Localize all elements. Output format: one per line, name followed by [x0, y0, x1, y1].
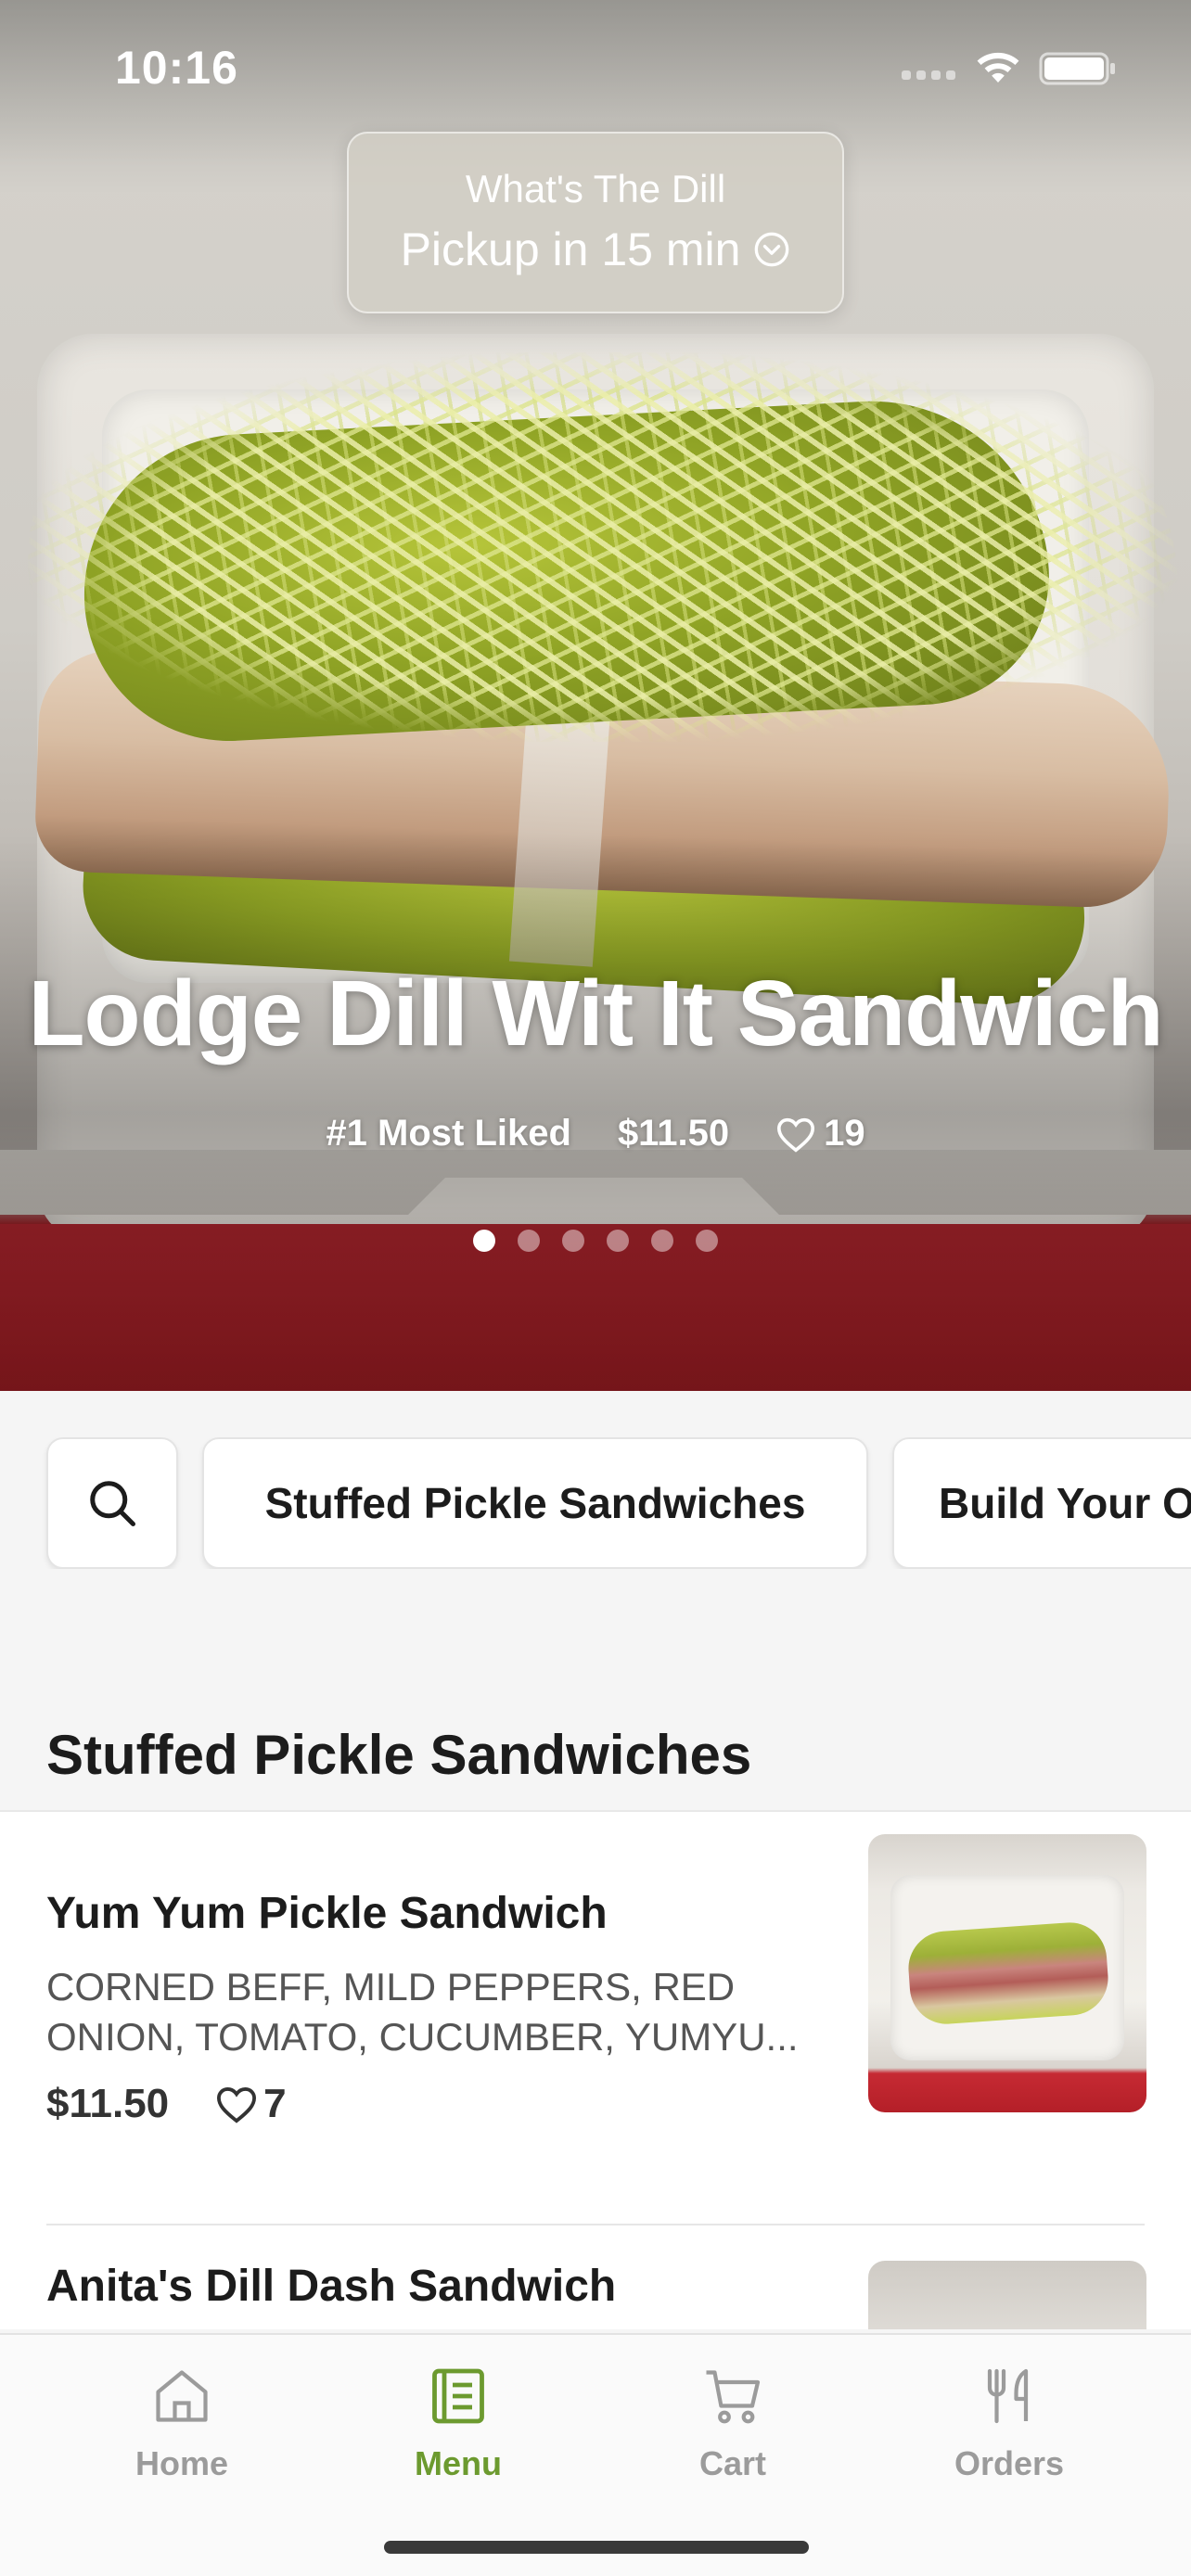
carousel-dot[interactable]	[518, 1230, 540, 1252]
section-title: Stuffed Pickle Sandwiches	[46, 1724, 752, 1786]
heart-icon	[777, 1117, 815, 1153]
hero-rank: #1 Most Liked	[326, 1113, 571, 1154]
home-indicator[interactable]	[384, 2541, 809, 2554]
cart-icon	[706, 2370, 761, 2424]
carousel-dot[interactable]	[562, 1230, 584, 1252]
menu-icon	[432, 2368, 484, 2424]
hero-likes: 19	[775, 1113, 865, 1154]
tab-label: Home	[134, 2444, 229, 2482]
carousel-dots[interactable]	[0, 1230, 1191, 1252]
tab-label: Orders	[954, 2444, 1065, 2482]
wifi-icon	[977, 52, 1019, 83]
menu-item-name: Anita's Dill Dash Sandwich	[46, 2262, 617, 2311]
menu-item-likes: 7	[215, 2081, 287, 2127]
tab-cart[interactable]: Cart	[640, 2363, 826, 2483]
hero-meta: #1 Most Liked $11.50 19	[0, 1113, 1191, 1154]
carousel-dot[interactable]	[473, 1230, 495, 1252]
pickup-time: Pickup in 15 min	[400, 223, 741, 275]
hero-title: Lodge Dill Wit It Sandwich	[28, 962, 1163, 1065]
menu-item-likes-count: 7	[263, 2081, 287, 2126]
category-chip-stuffed-pickle-sandwiches[interactable]: Stuffed Pickle Sandwiches	[202, 1437, 868, 1569]
menu-item[interactable]: Yum Yum Pickle Sandwich CORNED BEFF, MIL…	[46, 1834, 1146, 2181]
cellular-signal-icon	[902, 70, 957, 82]
pickup-selector[interactable]: What's The Dill Pickup in 15 min	[347, 132, 844, 313]
menu-item-image	[868, 2261, 1146, 2329]
carousel-dot[interactable]	[696, 1230, 718, 1252]
menu-item[interactable]: Anita's Dill Dash Sandwich	[46, 2261, 1146, 2329]
hero-price: $11.50	[617, 1113, 730, 1154]
carousel-dot[interactable]	[651, 1230, 673, 1252]
menu-item-meta: $11.50 7	[46, 2081, 287, 2127]
carousel-dot[interactable]	[607, 1230, 629, 1252]
store-name: What's The Dill	[465, 167, 726, 210]
category-chip-build-your-own[interactable]: Build Your O	[892, 1437, 1191, 1569]
status-bar: 10:16	[0, 0, 1191, 130]
tab-label: Cart	[698, 2444, 767, 2482]
tab-menu[interactable]: Menu	[365, 2363, 551, 2483]
menu-item-name: Yum Yum Pickle Sandwich	[46, 1889, 608, 1938]
menu-item-price: $11.50	[46, 2081, 170, 2126]
tab-home[interactable]: Home	[89, 2363, 275, 2483]
home-icon	[156, 2370, 208, 2422]
tab-bar: Home Menu Cart Orders	[0, 2333, 1191, 2576]
menu-item-description: CORNED BEFF, MILD PEPPERS, RED ONION, TO…	[46, 1965, 799, 2059]
chevron-down-circle-icon	[755, 232, 789, 267]
hero-likes-count: 19	[824, 1113, 865, 1154]
search-icon	[90, 1481, 135, 1526]
item-divider	[46, 2224, 1145, 2225]
orders-icon	[987, 2368, 1029, 2424]
menu-item-image	[868, 1834, 1146, 2112]
heart-icon	[217, 2087, 257, 2123]
tab-orders[interactable]: Orders	[916, 2363, 1102, 2483]
search-button[interactable]	[46, 1437, 178, 1569]
category-chips: Stuffed Pickle Sandwiches Build Your O	[0, 1437, 1191, 1569]
tab-label: Menu	[415, 2444, 502, 2482]
menu-item-list: Yum Yum Pickle Sandwich CORNED BEFF, MIL…	[0, 1810, 1191, 2329]
pickup-time-row: Pickup in 15 min	[349, 223, 842, 276]
status-time: 10:16	[115, 42, 238, 94]
battery-icon	[1039, 52, 1115, 85]
